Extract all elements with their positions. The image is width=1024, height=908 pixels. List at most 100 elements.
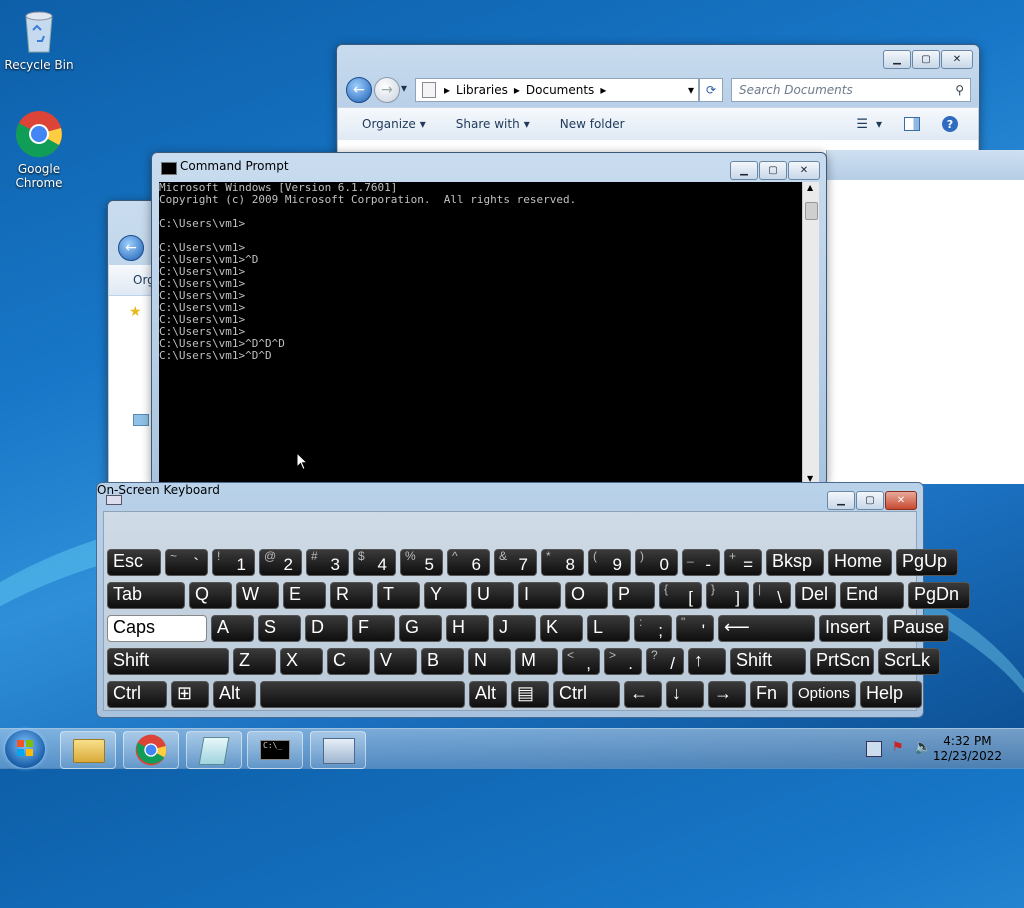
key-l[interactable]: L (587, 615, 630, 642)
key-y[interactable]: Y (424, 582, 467, 609)
search-input[interactable]: Search Documents (739, 83, 853, 97)
key-symbol-11[interactable]: " ' (676, 615, 714, 642)
key-e[interactable]: E (283, 582, 326, 609)
key-r[interactable]: R (330, 582, 373, 609)
key-alt[interactable]: Alt (469, 681, 507, 708)
key-home[interactable]: Home (828, 549, 892, 576)
recent-pages-dropdown-icon[interactable]: ▾ (401, 81, 407, 95)
key-h[interactable]: H (446, 615, 489, 642)
maximize-button[interactable]: ▢ (912, 50, 940, 69)
search-box[interactable]: Search Documents ⚲ (731, 78, 971, 102)
key-bksp[interactable]: Bksp (766, 549, 824, 576)
key-a[interactable]: A (211, 615, 254, 642)
maximize-button[interactable]: ▢ (856, 491, 884, 510)
forward-button[interactable]: → (374, 77, 400, 103)
libraries-icon[interactable] (133, 414, 149, 426)
dropdown-arrow-icon[interactable]: ▾ (876, 117, 882, 131)
key-symbol-8[interactable]: <, (562, 648, 600, 675)
key-symbol-11[interactable]: {[ (659, 582, 702, 609)
key-ctrl[interactable]: Ctrl (107, 681, 167, 708)
key-symbol-13[interactable]: + = (724, 549, 762, 576)
back-button[interactable]: ← (346, 77, 372, 103)
action-center-flag-icon[interactable]: ⚑ (892, 740, 904, 755)
key-del[interactable]: Del (795, 582, 836, 609)
taskbar-on-screen-keyboard[interactable] (310, 731, 366, 769)
key-symbol-13[interactable]: | \ (753, 582, 791, 609)
key-symbol-9[interactable]: → (708, 681, 746, 708)
organize-menu[interactable]: Organize (362, 117, 416, 131)
key-symbol-7[interactable]: ← (624, 681, 662, 708)
breadcrumb-documents[interactable]: Documents (526, 83, 594, 97)
key-symbol-12[interactable]: _ - (682, 549, 720, 576)
taskbar-command-prompt[interactable]: C:\_ (247, 731, 303, 769)
vertical-scrollbar[interactable]: ▲ ▼ (802, 182, 819, 484)
key-shift[interactable]: Shift (730, 648, 806, 675)
command-prompt-window[interactable]: Command Prompt ▁ ▢ ✕ Microsoft Windows [… (151, 152, 827, 486)
volume-icon[interactable]: 🔈 (914, 739, 931, 755)
key-alt[interactable]: Alt (213, 681, 256, 708)
on-screen-keyboard-window[interactable]: On-Screen Keyboard ▁ ▢ ✕ Esc ~ `! 1 @2 #3 $4% 5… (96, 482, 970, 718)
taskbar-explorer[interactable] (60, 731, 116, 769)
address-dropdown-icon[interactable]: ▾ (688, 83, 694, 97)
explorer-window-documents[interactable]: ▁ ▢ ✕ ← → ▾ ▸ Libraries ▸ Documents ▸ ▾ … (336, 44, 980, 166)
key-p[interactable]: P (612, 582, 655, 609)
key-space[interactable] (260, 681, 465, 708)
key-symbol-9[interactable]: >. (604, 648, 642, 675)
key-symbol-5[interactable]: ▤ (511, 681, 549, 708)
key-z[interactable]: Z (233, 648, 276, 675)
key-3[interactable]: #3 (306, 549, 349, 576)
key-pgup[interactable]: PgUp (896, 549, 958, 576)
help-icon[interactable]: ? (942, 116, 958, 132)
maximize-button[interactable]: ▢ (759, 161, 787, 180)
key-g[interactable]: G (399, 615, 442, 642)
key-f[interactable]: F (352, 615, 395, 642)
key-symbol-12[interactable]: ⟵ (718, 615, 815, 642)
key-m[interactable]: M (515, 648, 558, 675)
key-fn[interactable]: Fn (750, 681, 788, 708)
view-options-icon[interactable]: ☰ (856, 117, 868, 132)
key-prtscn[interactable]: PrtScn (810, 648, 874, 675)
taskbar-notepad[interactable] (186, 731, 242, 769)
scroll-up-arrow-icon[interactable]: ▲ (807, 183, 813, 192)
key-options[interactable]: Options (792, 681, 856, 708)
minimize-button[interactable]: ▁ (827, 491, 855, 510)
minimize-button[interactable]: ▁ (730, 161, 758, 180)
key-u[interactable]: U (471, 582, 514, 609)
search-icon[interactable]: ⚲ (955, 83, 964, 97)
console-output[interactable]: Microsoft Windows [Version 6.1.7601] Copy… (159, 182, 802, 484)
preview-pane-icon[interactable] (904, 117, 920, 131)
start-button[interactable] (5, 730, 45, 768)
key-scrlk[interactable]: ScrLk (878, 648, 940, 675)
key-c[interactable]: C (327, 648, 370, 675)
share-with-menu[interactable]: Share with (456, 117, 520, 131)
refresh-button[interactable]: ⟳ (699, 78, 723, 102)
key-symbol-1[interactable]: ~ ` (165, 549, 208, 576)
desktop-icon-recycle-bin[interactable]: Recycle Bin (3, 8, 75, 72)
key-insert[interactable]: Insert (819, 615, 883, 642)
key-symbol-1[interactable]: ⊞ (171, 681, 209, 708)
breadcrumb-libraries[interactable]: Libraries (456, 83, 508, 97)
key-8[interactable]: * 8 (541, 549, 584, 576)
key-i[interactable]: I (518, 582, 561, 609)
favorites-star-icon[interactable]: ★ (129, 304, 142, 320)
key-symbol-10[interactable]: :; (634, 615, 672, 642)
key-7[interactable]: & 7 (494, 549, 537, 576)
key-symbol-12[interactable]: }] (706, 582, 749, 609)
key-q[interactable]: Q (189, 582, 232, 609)
key-1[interactable]: ! 1 (212, 549, 255, 576)
close-button[interactable]: ✕ (941, 50, 973, 69)
key-shift[interactable]: Shift (107, 648, 229, 675)
network-icon[interactable] (866, 741, 882, 757)
key-o[interactable]: O (565, 582, 608, 609)
close-button[interactable]: ✕ (885, 491, 917, 510)
minimize-button[interactable]: ▁ (883, 50, 911, 69)
taskbar-chrome[interactable] (123, 731, 179, 769)
key-esc[interactable]: Esc (107, 549, 161, 576)
key-help[interactable]: Help (860, 681, 922, 708)
key-symbol-10[interactable]: ? / (646, 648, 684, 675)
key-w[interactable]: W (236, 582, 279, 609)
key-v[interactable]: V (374, 648, 417, 675)
key-d[interactable]: D (305, 615, 348, 642)
key-0[interactable]: ) 0 (635, 549, 678, 576)
key-4[interactable]: $4 (353, 549, 396, 576)
